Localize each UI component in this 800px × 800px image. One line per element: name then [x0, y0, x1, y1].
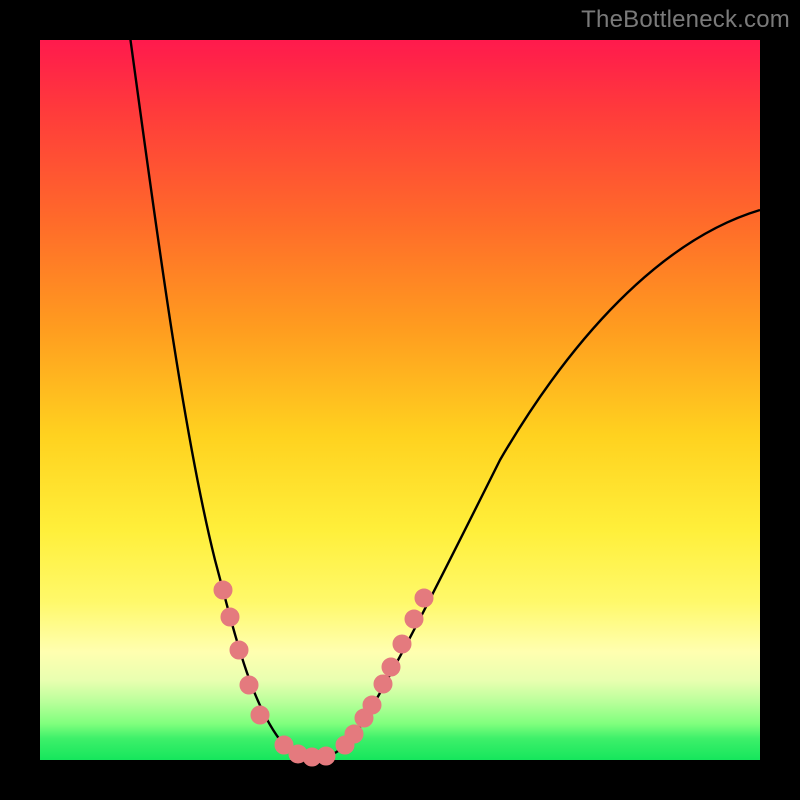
marker-right-7: [405, 610, 423, 628]
marker-left-4: [251, 706, 269, 724]
plot-area: [40, 40, 760, 760]
curve-path: [125, 0, 760, 758]
marker-left-3: [240, 676, 258, 694]
marker-right-5: [382, 658, 400, 676]
marker-right-1: [345, 725, 363, 743]
bottleneck-curve: [40, 40, 760, 760]
marker-right-6: [393, 635, 411, 653]
marker-left-2: [230, 641, 248, 659]
marker-bottom-3: [317, 747, 335, 765]
marker-right-3: [363, 696, 381, 714]
marker-right-4: [374, 675, 392, 693]
marker-right-8: [415, 589, 433, 607]
marker-left-0: [214, 581, 232, 599]
watermark-text: TheBottleneck.com: [581, 6, 790, 34]
chart-frame: TheBottleneck.com: [0, 0, 800, 800]
marker-left-1: [221, 608, 239, 626]
